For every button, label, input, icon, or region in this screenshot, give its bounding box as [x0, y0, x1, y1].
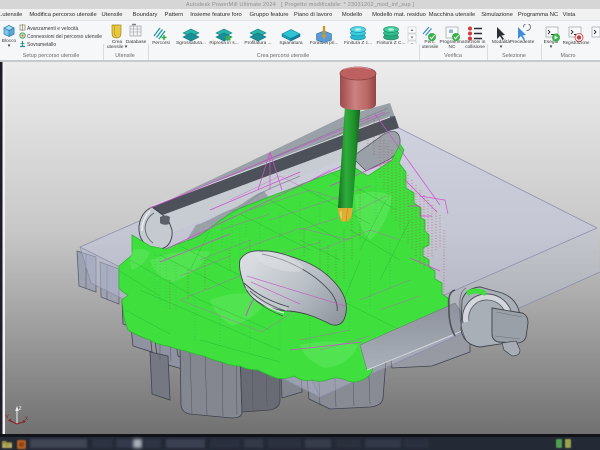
svg-text:x: x — [25, 416, 28, 422]
svg-text:Y: Y — [5, 415, 9, 421]
svg-text:z: z — [19, 405, 22, 412]
